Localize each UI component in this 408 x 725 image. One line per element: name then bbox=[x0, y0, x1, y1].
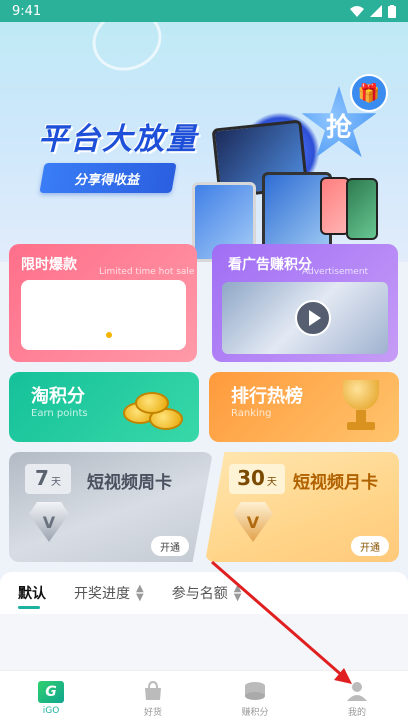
weekly-days-badge: 7 天 bbox=[25, 464, 71, 494]
trophy-icon bbox=[337, 380, 385, 434]
watch-ads-subtitle: Advertisement bbox=[302, 267, 369, 277]
monthly-days-unit: 天 bbox=[266, 477, 277, 488]
bottom-tabbar: G iGO 好货 赚积分 我的 bbox=[0, 670, 408, 725]
ranking-card[interactable]: 排行热榜 Ranking bbox=[209, 372, 399, 442]
phone-image bbox=[346, 178, 378, 240]
status-bar: 9:41 bbox=[0, 0, 408, 22]
battery-icon bbox=[388, 4, 396, 18]
banner-title: 平台大放量 bbox=[38, 122, 198, 157]
sort-icon: ▲ ▼ bbox=[136, 583, 144, 603]
gold-diamond-icon: V bbox=[233, 502, 273, 542]
earn-points-card[interactable]: 淘积分 Earn points bbox=[9, 372, 199, 442]
status-icons bbox=[350, 4, 396, 18]
play-icon[interactable] bbox=[295, 300, 331, 336]
signal-icon bbox=[370, 5, 382, 17]
coin-stack-icon bbox=[242, 679, 268, 703]
watch-ads-title: 看广告赚积分 bbox=[228, 257, 312, 273]
ranking-title: 排行热榜 bbox=[231, 386, 303, 407]
tabbar-item-goods[interactable]: 好货 bbox=[102, 671, 204, 725]
monthly-card[interactable]: 30 天 短视频月卡 V 开通 bbox=[205, 452, 399, 562]
monthly-days-badge: 30 天 bbox=[229, 464, 285, 494]
tabbar-label: 我的 bbox=[347, 707, 366, 718]
loading-dot-icon bbox=[106, 332, 112, 338]
weekly-card[interactable]: 7 天 短视频周卡 V 开通 bbox=[9, 452, 213, 562]
ranking-subtitle: Ranking bbox=[231, 408, 272, 419]
tab-draw-progress-label: 开奖进度 bbox=[74, 586, 130, 602]
decor-ring bbox=[83, 22, 171, 81]
tabbar-item-profile[interactable]: 我的 bbox=[306, 671, 408, 725]
shopping-bag-icon bbox=[140, 679, 166, 703]
gift-icon[interactable]: 🎁 bbox=[350, 74, 388, 112]
wifi-icon bbox=[350, 6, 364, 17]
weekly-open-button[interactable]: 开通 bbox=[151, 536, 189, 556]
person-icon bbox=[344, 679, 370, 703]
flash-sale-card[interactable]: 限时爆款 Limited time hot sale bbox=[9, 244, 197, 362]
tab-participant-quota-label: 参与名额 bbox=[171, 586, 228, 602]
flash-sale-content[interactable] bbox=[21, 280, 186, 350]
monthly-open-button[interactable]: 开通 bbox=[351, 536, 389, 556]
tab-draw-progress[interactable]: 开奖进度 ▲ ▼ bbox=[74, 583, 144, 603]
silver-diamond-icon: V bbox=[29, 502, 69, 542]
product-list bbox=[0, 614, 408, 670]
tabbar-item-earn-points[interactable]: 赚积分 bbox=[204, 671, 306, 725]
status-time: 9:41 bbox=[12, 3, 42, 19]
tab-default-label: 默认 bbox=[18, 586, 46, 602]
tabbar-label: 赚积分 bbox=[241, 707, 269, 718]
watch-ads-card[interactable]: 看广告赚积分 Advertisement bbox=[212, 244, 398, 362]
weekly-days-unit: 天 bbox=[50, 477, 61, 488]
tabbar-label: 好货 bbox=[143, 707, 162, 718]
weekly-days: 7 bbox=[35, 466, 49, 490]
coins-icon bbox=[119, 388, 189, 433]
earn-points-title: 淘积分 bbox=[31, 386, 85, 407]
tab-participant-quota[interactable]: 参与名额 ▲ ▼ bbox=[172, 583, 242, 603]
promo-banner[interactable]: 平台大放量 分享得收益 抢 🎁 bbox=[0, 22, 408, 262]
igo-logo-icon: G bbox=[38, 680, 64, 704]
ad-video-thumbnail[interactable] bbox=[222, 282, 388, 354]
flash-sale-subtitle: Limited time hot sale bbox=[99, 267, 195, 277]
tabbar-item-igo[interactable]: G iGO bbox=[0, 671, 102, 725]
flash-sale-title: 限时爆款 bbox=[21, 257, 77, 273]
earn-points-subtitle: Earn points bbox=[31, 408, 88, 419]
weekly-card-title: 短视频周卡 bbox=[87, 473, 172, 493]
sort-icon: ▲ ▼ bbox=[233, 583, 242, 603]
monthly-days: 30 bbox=[237, 466, 265, 490]
filter-tabs: 默认 开奖进度 ▲ ▼ 参与名额 ▲ ▼ bbox=[0, 572, 408, 614]
monthly-card-title: 短视频月卡 bbox=[293, 473, 378, 493]
tabbar-label: iGO bbox=[42, 706, 60, 716]
share-earn-button[interactable]: 分享得收益 bbox=[39, 163, 177, 193]
tab-default[interactable]: 默认 bbox=[18, 583, 46, 609]
